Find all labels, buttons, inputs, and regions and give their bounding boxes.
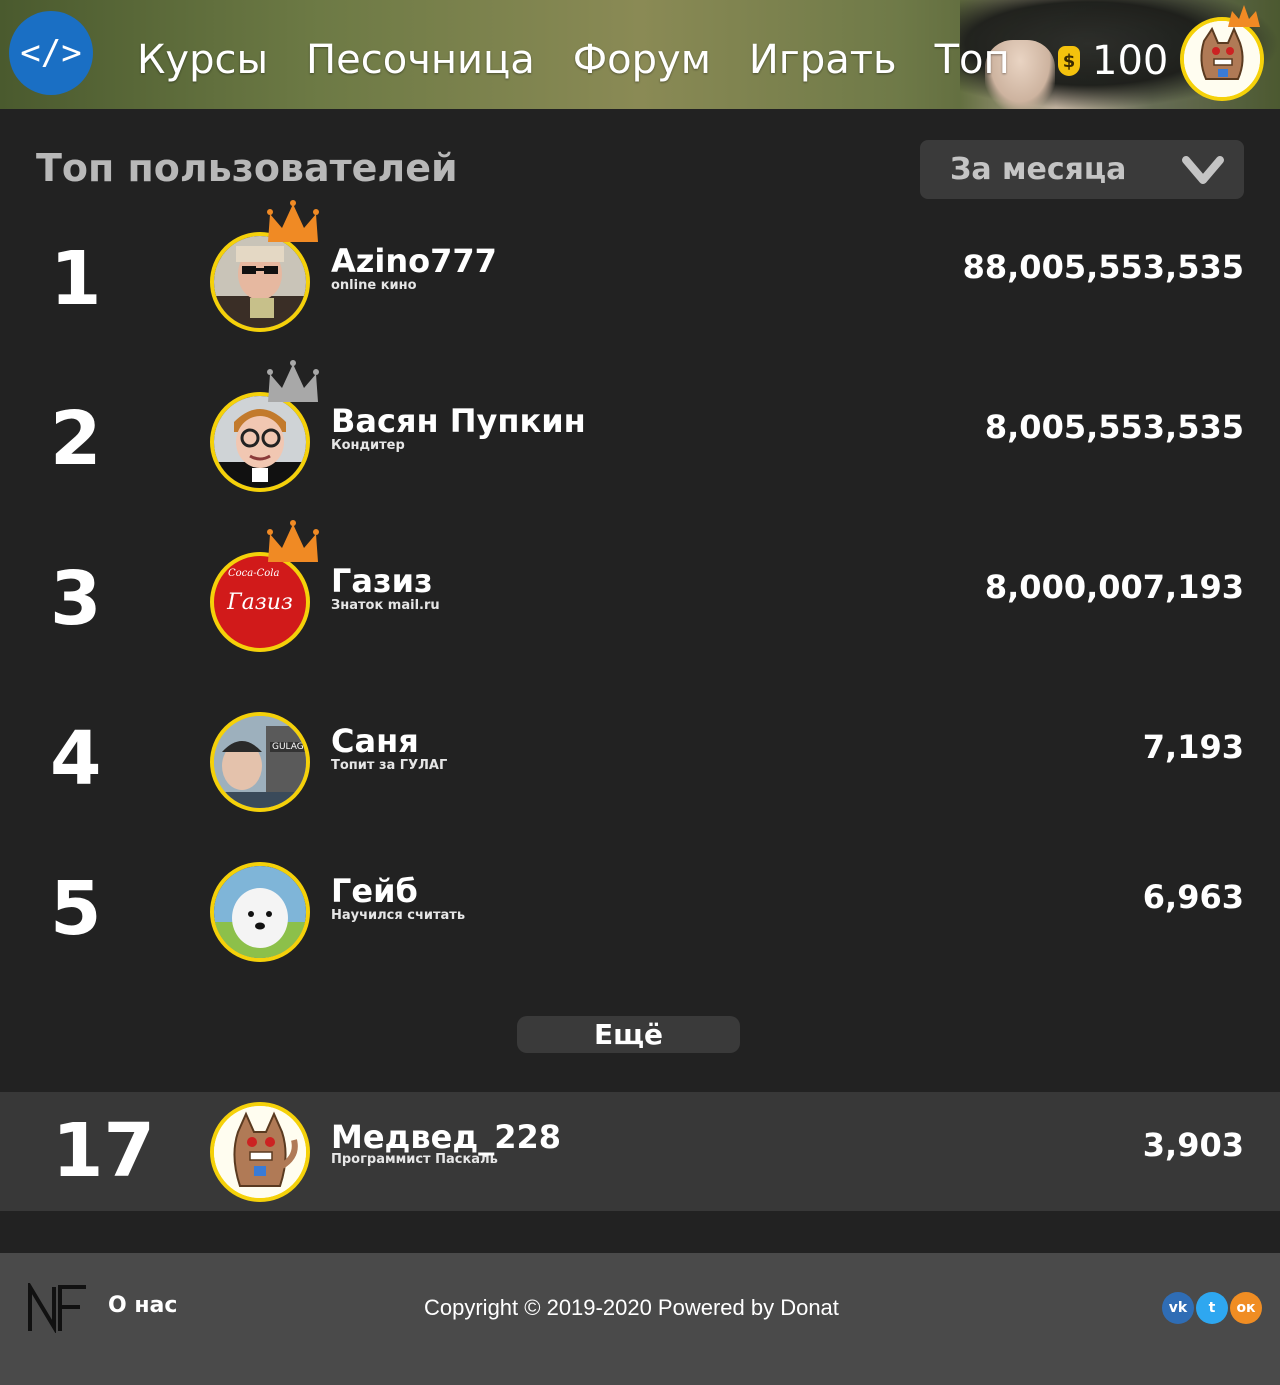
rank-number: 4 (50, 716, 102, 802)
leaderboard-row[interactable]: 2 Васян Пупкин Кондитер 8,005,553,535 (0, 360, 1280, 524)
rank-number: 2 (50, 396, 102, 482)
nav-forum[interactable]: Форум (573, 36, 711, 84)
user-status: Кондитер (331, 438, 405, 453)
user-score: 88,005,553,535 (962, 248, 1244, 286)
site-logo[interactable]: </> (9, 11, 93, 95)
ok-icon[interactable]: ок (1230, 1292, 1262, 1324)
user-score: 8,000,007,193 (984, 568, 1244, 606)
twitter-icon[interactable]: t (1196, 1292, 1228, 1324)
page-title: Топ пользователей (36, 146, 458, 190)
leaderboard-row[interactable]: 5 Гейб Научился считать 6,963 (0, 854, 1280, 994)
user-name[interactable]: Azino777 (331, 242, 497, 280)
money-bag-icon: $ (1058, 46, 1080, 76)
current-user-avatar[interactable] (1180, 17, 1264, 101)
period-dropdown[interactable]: За месяца (920, 140, 1244, 199)
footer: О нас Copyright © 2019-2020 Powered by D… (0, 1253, 1280, 1385)
rank-number: 17 (52, 1108, 155, 1194)
user-score: 7,193 (1142, 728, 1244, 766)
crown-icon (1228, 5, 1260, 27)
social-links: vk t ок (1160, 1292, 1262, 1324)
rank-number: 3 (50, 556, 102, 642)
coin-count: 100 (1092, 38, 1169, 84)
avatar[interactable] (210, 862, 310, 962)
nav-top[interactable]: Топ (935, 36, 1010, 84)
chevron-down-icon (1182, 156, 1224, 184)
user-score: 6,963 (1142, 878, 1244, 916)
user-name[interactable]: Газиз (331, 562, 433, 600)
leaderboard-row[interactable]: 4 GULAG Саня Топит за ГУЛАГ 7,193 (0, 704, 1280, 844)
avatar[interactable]: GULAG (210, 712, 310, 812)
user-status: online кино (331, 278, 417, 293)
avatar[interactable] (210, 1102, 310, 1202)
avatar-label: GULAG (270, 742, 306, 752)
vk-icon[interactable]: vk (1162, 1292, 1194, 1324)
load-more-button[interactable]: Ещё (517, 1016, 740, 1053)
avatar-label: Газиз (227, 590, 293, 615)
main-nav: Курсы Песочница Форум Играть Топ (137, 36, 1048, 84)
user-status: Программист Паскаль (331, 1152, 498, 1167)
crown-icon (267, 200, 319, 242)
crown-icon (267, 360, 319, 402)
nf-logo[interactable] (26, 1283, 90, 1333)
nav-courses[interactable]: Курсы (137, 36, 268, 84)
about-link[interactable]: О нас (108, 1293, 177, 1318)
user-name[interactable]: Гейб (331, 872, 418, 910)
user-score: 3,903 (1142, 1126, 1244, 1164)
coin-balance: $ 100 (1058, 38, 1168, 84)
current-user-row: 17 Медвед_228 Программист Паскаль 3,903 (0, 1092, 1280, 1211)
period-dropdown-label: За месяца (950, 152, 1127, 187)
rank-number: 1 (50, 236, 102, 322)
user-name[interactable]: Васян Пупкин (331, 402, 586, 440)
user-score: 8,005,553,535 (984, 408, 1244, 446)
user-name[interactable]: Саня (331, 722, 419, 760)
nav-sandbox[interactable]: Песочница (306, 36, 535, 84)
user-status: Топит за ГУЛАГ (331, 758, 448, 773)
nav-play[interactable]: Играть (749, 36, 897, 84)
copyright-text: Copyright © 2019-2020 Powered by Donat (424, 1295, 839, 1320)
leaderboard-row[interactable]: 1 Azino777 online кино 88,005,553,535 (0, 200, 1280, 364)
leaderboard-row[interactable]: 3 Coca-Cola Газиз Газиз Знаток mail.ru 8… (0, 520, 1280, 684)
user-status: Научился считать (331, 908, 466, 923)
user-name[interactable]: Медвед_228 (331, 1118, 561, 1156)
crown-icon (267, 520, 319, 562)
rank-number: 5 (50, 866, 102, 952)
user-status: Знаток mail.ru (331, 598, 440, 613)
avatar-brand-text: Coca-Cola (228, 568, 280, 579)
